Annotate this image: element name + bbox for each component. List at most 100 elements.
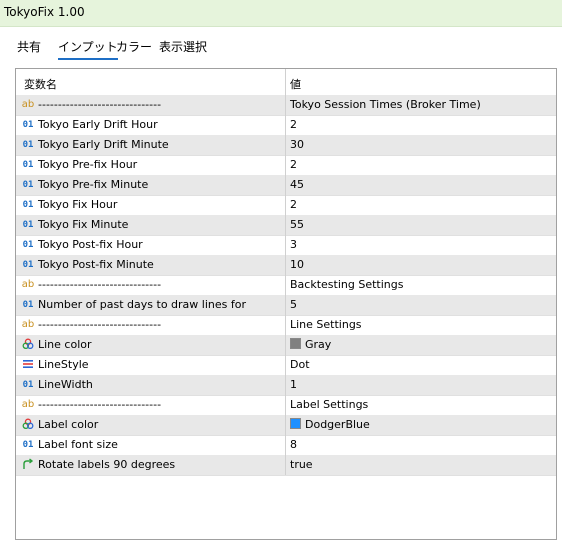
table-row[interactable]: ab ------------------------------- Label S… (16, 395, 556, 416)
variable-value[interactable]: 2 (290, 158, 297, 171)
tab-inputs[interactable]: インプット (58, 38, 118, 60)
variable-value[interactable]: 8 (290, 438, 297, 451)
column-divider (285, 335, 286, 355)
variable-name: Tokyo Fix Hour (38, 198, 118, 211)
title-bar: TokyoFix 1.00 (0, 0, 562, 27)
variable-name: ------------------------------- (38, 318, 162, 331)
table-row[interactable]: 01 Tokyo Post-fix Minute 10 (16, 255, 556, 276)
table-row[interactable]: 01 Tokyo Pre-fix Minute 45 (16, 175, 556, 196)
variable-name: ------------------------------- (38, 278, 162, 291)
column-divider (285, 375, 286, 395)
line-style-icon (21, 358, 35, 372)
value-text: 3 (290, 238, 297, 251)
integer-type-icon: 01 (22, 240, 34, 250)
integer-type-icon: 01 (22, 160, 34, 170)
table-row[interactable]: Label color DodgerBlue (16, 415, 556, 436)
table-row[interactable]: 01 Tokyo Pre-fix Hour 2 (16, 155, 556, 176)
variable-value[interactable]: DodgerBlue (290, 418, 370, 431)
grid-header: 変数名 値 (16, 69, 556, 96)
variable-name: Label color (38, 418, 99, 431)
string-type-icon: ab (21, 279, 35, 290)
variable-value[interactable]: 55 (290, 218, 304, 231)
color-palette-icon (21, 338, 35, 352)
string-type-icon: ab (21, 399, 35, 410)
integer-type-icon: 01 (22, 120, 34, 130)
table-row[interactable]: 01 Tokyo Early Drift Hour 2 (16, 115, 556, 136)
value-text: Line Settings (290, 318, 362, 331)
column-divider (285, 195, 286, 215)
table-row[interactable]: Rotate labels 90 degrees true (16, 455, 556, 476)
window-title: TokyoFix 1.00 (4, 5, 85, 19)
table-row[interactable]: 01 Number of past days to draw lines for 5 (16, 295, 556, 316)
column-divider (285, 155, 286, 175)
value-text: 2 (290, 158, 297, 171)
value-text: Gray (305, 338, 332, 351)
value-text: 45 (290, 178, 304, 191)
value-text: 30 (290, 138, 304, 151)
variable-name: ------------------------------- (38, 98, 162, 111)
variable-name: Tokyo Pre-fix Minute (38, 178, 149, 191)
integer-type-icon: 01 (22, 380, 34, 390)
column-divider (285, 215, 286, 235)
table-row[interactable]: LineStyle Dot (16, 355, 556, 376)
table-row[interactable]: 01 Tokyo Fix Minute 55 (16, 215, 556, 236)
variable-value[interactable]: 30 (290, 138, 304, 151)
value-text: 2 (290, 118, 297, 131)
value-text: Tokyo Session Times (Broker Time) (290, 98, 481, 111)
variable-value[interactable]: 1 (290, 378, 297, 391)
variable-name: Tokyo Fix Minute (38, 218, 129, 231)
table-row[interactable]: ab ------------------------------- Line Se… (16, 315, 556, 336)
variable-value[interactable]: 3 (290, 238, 297, 251)
value-text: 2 (290, 198, 297, 211)
column-divider (285, 395, 286, 415)
variable-value[interactable]: 45 (290, 178, 304, 191)
value-text: true (290, 458, 313, 471)
table-row[interactable]: Line color Gray (16, 335, 556, 356)
variable-value[interactable]: 2 (290, 198, 297, 211)
table-row[interactable]: 01 Label font size 8 (16, 435, 556, 456)
column-divider (285, 275, 286, 295)
header-value[interactable]: 値 (290, 76, 301, 92)
variable-value[interactable]: true (290, 458, 313, 471)
integer-type-icon: 01 (22, 260, 34, 270)
variable-value[interactable]: Backtesting Settings (290, 278, 403, 291)
tab-colors[interactable]: カラー (116, 38, 152, 55)
table-row[interactable]: 01 Tokyo Fix Hour 2 (16, 195, 556, 216)
tab-common[interactable]: 共有 (17, 38, 41, 55)
variable-value[interactable]: Line Settings (290, 318, 362, 331)
value-text: 55 (290, 218, 304, 231)
color-palette-icon (21, 418, 35, 432)
column-divider (285, 175, 286, 195)
variable-value[interactable]: 5 (290, 298, 297, 311)
column-divider (285, 455, 286, 475)
variable-value[interactable]: 10 (290, 258, 304, 271)
column-divider[interactable] (285, 69, 286, 95)
variable-name: Number of past days to draw lines for (38, 298, 246, 311)
bool-arrow-icon (21, 458, 35, 472)
variable-value[interactable]: Dot (290, 358, 310, 371)
tab-bar: 共有 インプット カラー 表示選択 (0, 34, 562, 60)
variable-name: Line color (38, 338, 92, 351)
table-row[interactable]: 01 Tokyo Post-fix Hour 3 (16, 235, 556, 256)
header-variable[interactable]: 変数名 (24, 76, 57, 92)
tab-visualization[interactable]: 表示選択 (159, 38, 207, 55)
variable-name: LineStyle (38, 358, 89, 371)
table-row[interactable]: ab ------------------------------- Backtes… (16, 275, 556, 296)
variable-value[interactable]: 2 (290, 118, 297, 131)
table-row[interactable]: ab ------------------------------- Tokyo S… (16, 95, 556, 116)
column-divider (285, 295, 286, 315)
table-row[interactable]: 01 Tokyo Early Drift Minute 30 (16, 135, 556, 156)
table-row[interactable]: 01 LineWidth 1 (16, 375, 556, 396)
variable-value[interactable]: Tokyo Session Times (Broker Time) (290, 98, 481, 111)
variable-name: LineWidth (38, 378, 93, 391)
value-text: Label Settings (290, 398, 369, 411)
color-swatch (290, 418, 301, 429)
variable-value[interactable]: Gray (290, 338, 331, 351)
column-divider (285, 435, 286, 455)
value-text: Backtesting Settings (290, 278, 404, 291)
color-swatch (290, 338, 301, 349)
variable-name: Tokyo Pre-fix Hour (38, 158, 138, 171)
integer-type-icon: 01 (22, 200, 34, 210)
string-type-icon: ab (21, 319, 35, 330)
variable-value[interactable]: Label Settings (290, 398, 368, 411)
